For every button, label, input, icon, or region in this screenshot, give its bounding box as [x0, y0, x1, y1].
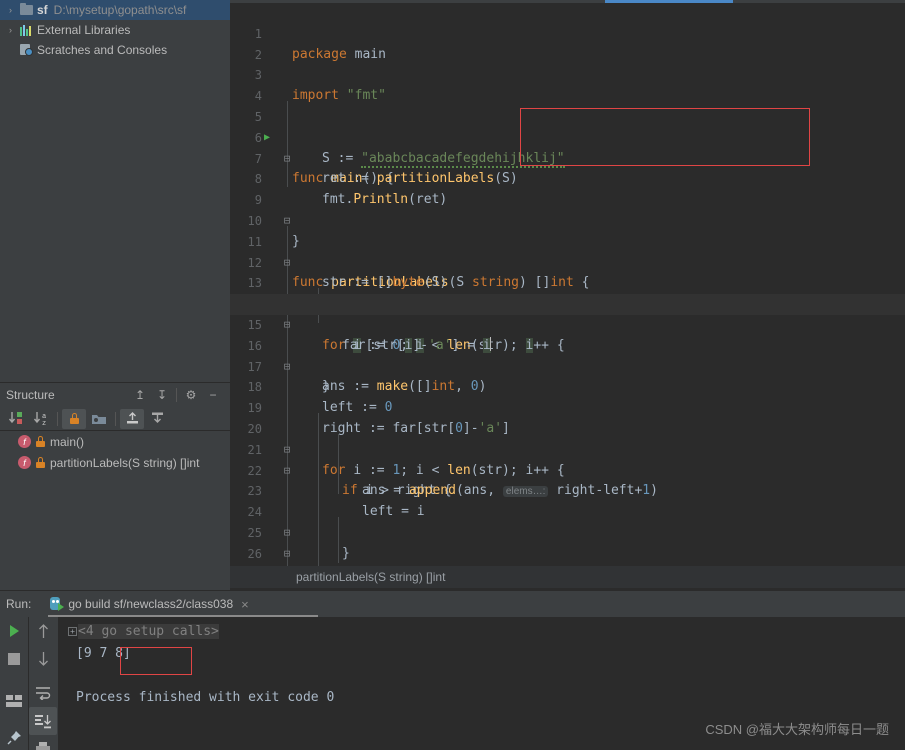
code-line[interactable]: 23 left = i	[230, 461, 905, 519]
code-line[interactable]: 2	[230, 24, 905, 62]
code-line[interactable]: 7 ret := partitionLabels(S)	[230, 128, 905, 187]
sort-alphabetically-icon[interactable]: az	[29, 409, 53, 429]
run-toolbar-right	[28, 617, 58, 750]
code-line[interactable]: 8 fmt.Println(ret)	[230, 149, 905, 207]
up-arrow-button[interactable]	[29, 617, 57, 645]
tree-item-label: External Libraries	[37, 23, 131, 37]
run-tab-label: go build sf/newclass2/class038	[68, 597, 234, 611]
scroll-to-end-button[interactable]	[29, 707, 57, 735]
structure-panel: Structure ↥ ↧ ⚙ − az f main() f partitio…	[0, 382, 230, 590]
code-line[interactable]: 18 left := 0	[230, 357, 905, 415]
code-line[interactable]: 24 ⊟ }	[230, 481, 905, 561]
show-non-public-lock-icon[interactable]	[62, 408, 86, 429]
tree-item-external-libraries[interactable]: › External Libraries	[0, 20, 230, 40]
code-line[interactable]: 14 ⊟ for i := 0; i < len(str); i++ {	[230, 273, 905, 353]
go-gopher-icon	[49, 597, 65, 611]
code-line-current[interactable]: 15 far[str[i]-'a'] = i	[230, 294, 905, 353]
console-output-text: [9 7 8]	[76, 646, 131, 661]
code-line[interactable]: 21 ⊟ if i > right {	[230, 419, 905, 499]
console-setup-text: <4 go setup calls>	[78, 624, 219, 639]
breadcrumb[interactable]: partitionLabels(S string) []int	[230, 566, 905, 588]
folder-icon	[17, 3, 35, 15]
structure-item-label: partitionLabels(S string) []int	[50, 455, 200, 470]
show-imported-down-icon[interactable]	[145, 409, 169, 429]
close-icon[interactable]: ×	[241, 597, 249, 612]
code-line[interactable]: 20 ⊟ for i := 1; i < len(str); i++ {	[230, 398, 905, 478]
code-content[interactable]: 1 package main 2 3 import "fmt" 4 5 ▶ ⊟ …	[230, 3, 905, 590]
console-line-finished: Process finished with exit code 0	[58, 687, 905, 709]
code-line[interactable]: 19 right := far[str[0]-'a']	[230, 377, 905, 436]
structure-item-main[interactable]: f main()	[0, 431, 230, 452]
method-icon: f	[18, 456, 31, 469]
code-line[interactable]: 22 ans = append(ans, elems…: right-left+…	[230, 440, 905, 499]
chevron-right-icon[interactable]: ›	[4, 5, 17, 15]
code-line[interactable]: 16 ⊟ }	[230, 315, 905, 395]
minimize-icon[interactable]: −	[202, 385, 224, 405]
code-line[interactable]: 11 ⊟ func partitionLabels(S string) []in…	[230, 211, 905, 291]
code-line[interactable]: 5 ▶ ⊟ func main() {	[230, 86, 905, 186]
run-label: Run:	[6, 597, 32, 611]
print-button[interactable]	[29, 735, 57, 750]
group-by-file-folder-icon[interactable]	[87, 409, 111, 429]
code-line[interactable]: 17 ans := make([]int, 0)	[230, 336, 905, 395]
code-line[interactable]: 26 right = far[str[i]-'a']	[230, 523, 905, 582]
structure-header: Structure ↥ ↧ ⚙ −	[0, 383, 230, 407]
structure-item-partitionlabels[interactable]: f partitionLabels(S string) []int	[0, 452, 230, 473]
code-line[interactable]: 27 ⊟ }	[230, 544, 905, 590]
lock-icon	[36, 457, 45, 468]
structure-item-label: main()	[50, 434, 85, 449]
pin-tab-button[interactable]	[0, 723, 28, 750]
soft-wrap-button[interactable]	[29, 679, 57, 707]
expand-icon[interactable]: +	[68, 627, 77, 636]
code-line[interactable]: 4	[230, 65, 905, 103]
lock-icon	[36, 436, 45, 447]
tree-item-label: Scratches and Consoles	[37, 43, 168, 57]
expand-all-icon[interactable]: ↥	[129, 385, 151, 405]
run-header: Run: go build sf/newclass2/class038 ×	[0, 591, 905, 617]
code-line[interactable]: 10	[230, 190, 905, 228]
divider	[115, 411, 116, 426]
divider	[57, 411, 58, 426]
tree-item-path: D:\mysetup\gopath\src\sf	[53, 3, 187, 17]
method-icon: f	[18, 435, 31, 448]
down-arrow-button[interactable]	[29, 645, 57, 673]
run-toolbar-left	[0, 617, 28, 750]
chevron-right-icon[interactable]: ›	[4, 25, 17, 35]
rerun-button[interactable]	[0, 617, 28, 645]
code-line[interactable]: 1 package main	[230, 3, 905, 62]
collapse-all-icon[interactable]: ↧	[151, 385, 173, 405]
tree-item-sf[interactable]: › sf D:\mysetup\gopath\src\sf	[0, 0, 230, 20]
structure-toolbar: az	[0, 407, 230, 431]
tree-item-scratches-and-consoles[interactable]: Scratches and Consoles	[0, 40, 230, 60]
ide-window: › sf D:\mysetup\gopath\src\sf › External…	[0, 0, 905, 750]
run-tab[interactable]: go build sf/newclass2/class038 ×	[43, 591, 254, 617]
code-line[interactable]: 3 import "fmt"	[230, 45, 905, 103]
console-line-setup[interactable]: + <4 go setup calls>	[58, 621, 905, 643]
code-line[interactable]: 6 S := "ababcbacadefegdehijhklij"	[230, 107, 905, 168]
sort-by-visibility-icon[interactable]	[4, 409, 28, 429]
show-inherited-up-icon[interactable]	[120, 408, 144, 429]
layout-button[interactable]	[0, 687, 28, 715]
console-line-output: [9 7 8]	[58, 643, 905, 665]
run-tool-window: Run: go build sf/newclass2/class038 × + …	[0, 590, 905, 750]
divider	[176, 388, 177, 402]
tree-item-label: sf	[37, 3, 48, 17]
code-line[interactable]: 25 ⊟ if right < far[str[i]-'a'] {	[230, 502, 905, 582]
gear-icon[interactable]: ⚙	[180, 385, 202, 405]
project-tree-panel: › sf D:\mysetup\gopath\src\sf › External…	[0, 0, 230, 382]
scratches-icon	[17, 44, 35, 56]
code-line[interactable]: 13 far := make([]int, 26)	[230, 253, 905, 311]
library-bars-icon	[17, 24, 35, 36]
svg-text:z: z	[42, 420, 46, 426]
structure-title: Structure	[6, 388, 55, 402]
code-editor[interactable]: 1 package main 2 3 import "fmt" 4 5 ▶ ⊟ …	[230, 0, 905, 590]
code-line[interactable]: 12 str := []byte(S)	[230, 232, 905, 291]
console-finish-text: Process finished with exit code 0	[76, 690, 335, 705]
stop-button[interactable]	[0, 645, 28, 673]
code-line[interactable]: 9 ⊟ }	[230, 169, 905, 249]
watermark: CSDN @福大大架构师每日一题	[705, 722, 889, 737]
